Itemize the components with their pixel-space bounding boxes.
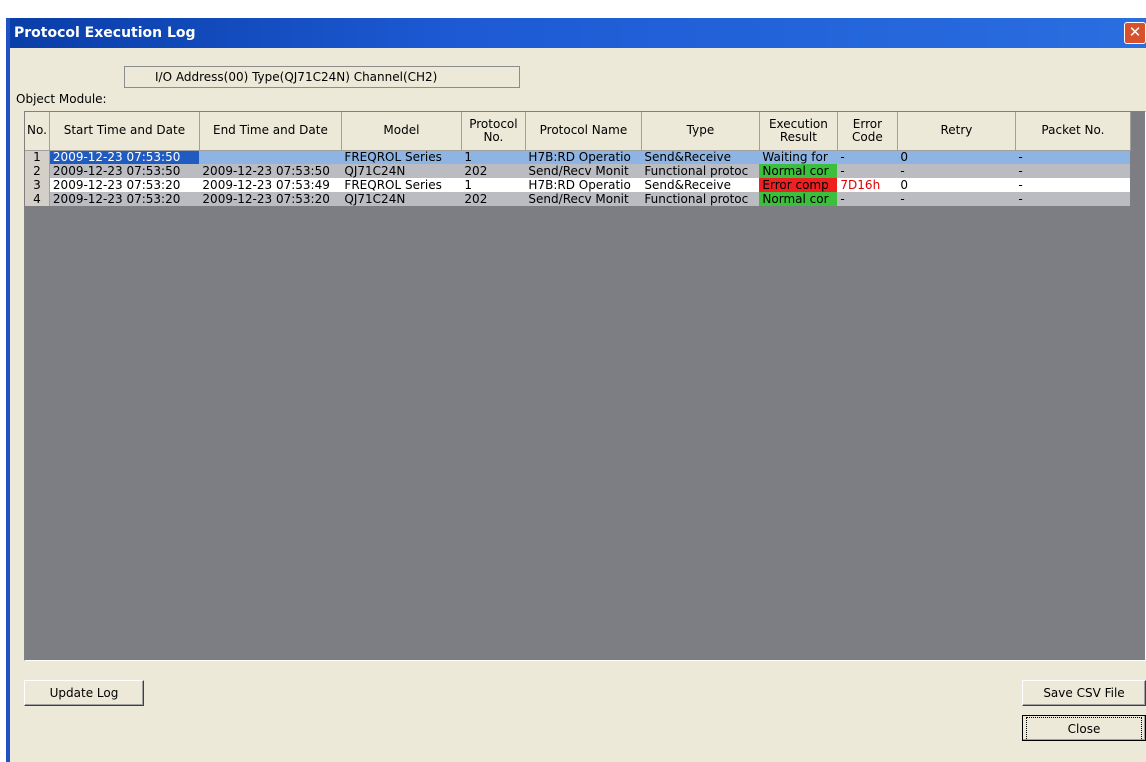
cell-protocol-no[interactable]: 1 — [461, 178, 526, 192]
cell-retry[interactable]: - — [897, 164, 1016, 178]
col-header-protocol-no[interactable]: Protocol No. — [461, 112, 526, 151]
col-header-retry[interactable]: Retry — [897, 112, 1016, 151]
col-header-end-time[interactable]: End Time and Date — [199, 112, 342, 151]
cell-protocol-no[interactable]: 1 — [461, 150, 526, 164]
cell-end[interactable]: 2009-12-23 07:53:20 — [199, 192, 342, 206]
title-bar: Protocol Execution Log ✕ — [10, 18, 1146, 48]
cell-packet-no[interactable]: - — [1015, 192, 1131, 206]
cell-result[interactable]: Error comp — [759, 178, 838, 192]
cell-retry[interactable]: 0 — [897, 178, 1016, 192]
table-row[interactable]: 4 2009-12-23 07:53:20 2009-12-23 07:53:2… — [25, 192, 1131, 206]
col-header-type[interactable]: Type — [641, 112, 760, 151]
object-module-field: I/O Address(00) Type(QJ71C24N) Channel(C… — [124, 66, 520, 88]
cell-protocol-name[interactable]: H7B:RD Operatio — [525, 150, 642, 164]
cell-packet-no[interactable]: - — [1015, 164, 1131, 178]
cell-retry[interactable]: 0 — [897, 150, 1016, 164]
cell-start[interactable]: 2009-12-23 07:53:50 — [49, 164, 200, 178]
cell-no: 2 — [25, 164, 50, 178]
cell-type[interactable]: Send&Receive — [641, 178, 760, 192]
cell-no: 1 — [25, 150, 50, 164]
col-header-start-time[interactable]: Start Time and Date — [49, 112, 200, 151]
close-icon[interactable]: ✕ — [1124, 22, 1146, 44]
cell-end[interactable] — [199, 150, 342, 164]
col-header-no[interactable]: No. — [25, 112, 50, 151]
cell-error-code[interactable]: - — [837, 150, 898, 164]
cell-type[interactable]: Send&Receive — [641, 150, 760, 164]
cell-result[interactable]: Normal cor — [759, 164, 838, 178]
cell-start[interactable]: 2009-12-23 07:53:50 — [49, 150, 200, 164]
table-row[interactable]: 3 2009-12-23 07:53:20 2009-12-23 07:53:4… — [25, 178, 1131, 192]
cell-error-code[interactable]: - — [837, 192, 898, 206]
protocol-execution-log-window: Protocol Execution Log ✕ Object Module: … — [6, 18, 1146, 762]
cell-no: 4 — [25, 192, 50, 206]
cell-result[interactable]: Waiting for — [759, 150, 838, 164]
cell-model[interactable]: FREQROL Series — [341, 178, 462, 192]
close-button-label: Close — [1026, 717, 1142, 741]
save-csv-file-button[interactable]: Save CSV File — [1022, 680, 1146, 706]
cell-end[interactable]: 2009-12-23 07:53:50 — [199, 164, 342, 178]
cell-type[interactable]: Functional protoc — [641, 192, 760, 206]
cell-result[interactable]: Normal cor — [759, 192, 838, 206]
cell-model[interactable]: FREQROL Series — [341, 150, 462, 164]
log-grid[interactable]: No. Start Time and Date End Time and Dat… — [24, 111, 1146, 661]
col-header-protocol-name[interactable]: Protocol Name — [525, 112, 642, 151]
window-title: Protocol Execution Log — [14, 25, 196, 41]
cell-model[interactable]: QJ71C24N — [341, 192, 462, 206]
object-module-label: Object Module: — [16, 92, 107, 106]
cell-protocol-name[interactable]: Send/Recv Monit — [525, 192, 642, 206]
cell-start[interactable]: 2009-12-23 07:53:20 — [49, 178, 200, 192]
col-header-execution-result[interactable]: Execution Result — [759, 112, 838, 151]
close-button[interactable]: Close — [1022, 715, 1146, 741]
cell-no: 3 — [25, 178, 50, 192]
cell-error-code[interactable]: - — [837, 164, 898, 178]
cell-type[interactable]: Functional protoc — [641, 164, 760, 178]
cell-protocol-name[interactable]: Send/Recv Monit — [525, 164, 642, 178]
cell-protocol-no[interactable]: 202 — [461, 164, 526, 178]
table-header-row: No. Start Time and Date End Time and Dat… — [25, 112, 1131, 151]
update-log-button[interactable]: Update Log — [24, 680, 144, 706]
cell-error-code[interactable]: 7D16h — [837, 178, 898, 192]
table-row[interactable]: 1 2009-12-23 07:53:50 FREQROL Series 1 H… — [25, 150, 1131, 164]
cell-model[interactable]: QJ71C24N — [341, 164, 462, 178]
col-header-packet-no[interactable]: Packet No. — [1015, 112, 1131, 151]
cell-retry[interactable]: - — [897, 192, 1016, 206]
cell-protocol-name[interactable]: H7B:RD Operatio — [525, 178, 642, 192]
cell-protocol-no[interactable]: 202 — [461, 192, 526, 206]
col-header-model[interactable]: Model — [341, 112, 462, 151]
cell-packet-no[interactable]: - — [1015, 178, 1131, 192]
table-row[interactable]: 2 2009-12-23 07:53:50 2009-12-23 07:53:5… — [25, 164, 1131, 178]
cell-end[interactable]: 2009-12-23 07:53:49 — [199, 178, 342, 192]
col-header-error-code[interactable]: Error Code — [837, 112, 898, 151]
cell-start[interactable]: 2009-12-23 07:53:20 — [49, 192, 200, 206]
log-table: No. Start Time and Date End Time and Dat… — [25, 112, 1131, 206]
cell-packet-no[interactable]: - — [1015, 150, 1131, 164]
